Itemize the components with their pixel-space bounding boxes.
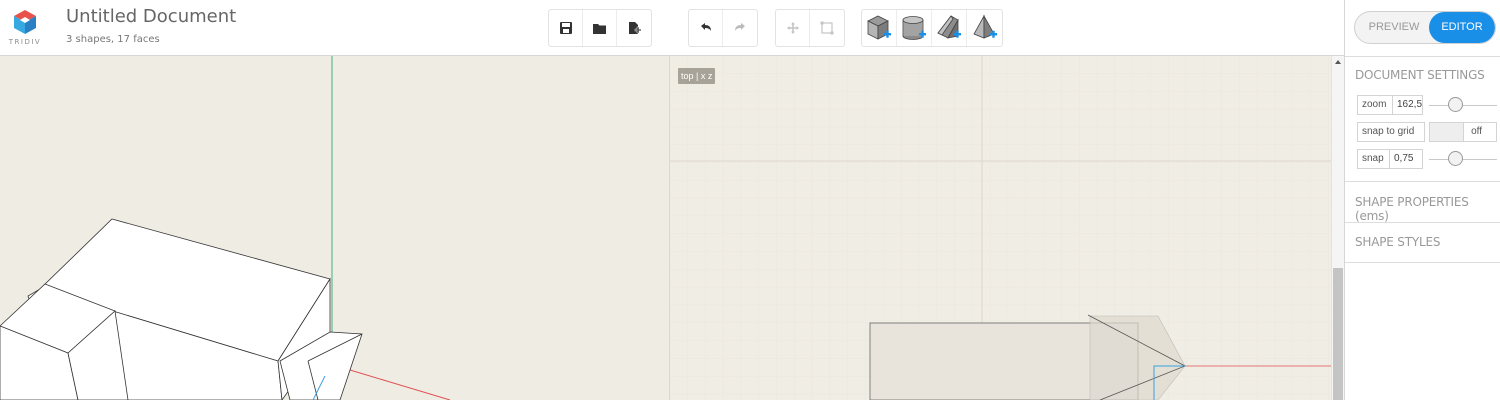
add-cube-icon xyxy=(867,15,891,40)
scrollbar[interactable] xyxy=(1331,56,1344,400)
view-label[interactable]: top | x z xyxy=(678,68,716,84)
add-cylinder-icon xyxy=(902,16,926,40)
logo[interactable]: TRIDIV xyxy=(8,8,42,48)
mode-switch[interactable]: PREVIEW EDITOR xyxy=(1354,11,1496,44)
top-viewport[interactable]: top | x z xyxy=(670,56,1331,400)
transform-toolbar xyxy=(775,9,845,47)
perspective-scene xyxy=(0,56,451,400)
tridiv-logo-icon xyxy=(14,10,36,34)
shape-properties-title[interactable]: SHAPE PROPERTIES (ems) xyxy=(1355,195,1500,223)
move-icon xyxy=(786,22,799,34)
add-prism-icon xyxy=(937,15,961,39)
file-toolbar xyxy=(548,9,652,47)
snap-value[interactable]: 0,75 xyxy=(1389,149,1423,169)
redo-icon xyxy=(735,23,745,31)
preview-tab[interactable]: PREVIEW xyxy=(1355,12,1433,43)
snap-label: snap xyxy=(1357,149,1391,169)
add-cylinder-button[interactable] xyxy=(897,10,932,46)
panel-divider xyxy=(1345,262,1500,263)
x-axis-line xyxy=(349,369,451,400)
snap-to-grid-value: off xyxy=(1471,126,1482,137)
open-folder-icon xyxy=(593,23,606,34)
add-pyramid-icon xyxy=(972,14,997,39)
add-shapes-toolbar xyxy=(861,9,1003,47)
document-settings-title[interactable]: DOCUMENT SETTINGS xyxy=(1355,68,1485,82)
top-view-grid xyxy=(670,56,1331,400)
zoom-label: zoom xyxy=(1357,95,1394,115)
new-document-button[interactable] xyxy=(617,10,651,46)
new-file-icon xyxy=(629,21,641,34)
perspective-viewport[interactable] xyxy=(0,56,669,400)
toggle-knob xyxy=(1430,123,1464,141)
add-cube-button[interactable] xyxy=(862,10,897,46)
add-prism-button[interactable] xyxy=(932,10,967,46)
move-button[interactable] xyxy=(776,10,810,46)
zoom-value[interactable]: 162,5 xyxy=(1392,95,1423,115)
add-pyramid-button[interactable] xyxy=(967,10,1002,46)
undo-icon xyxy=(700,23,711,31)
panel-divider xyxy=(1345,56,1500,57)
tridiv-app: TRIDIV Untitled Document 3 shapes, 17 fa… xyxy=(0,0,1500,400)
snap-slider-knob[interactable] xyxy=(1448,151,1463,166)
panel-divider xyxy=(1345,181,1500,182)
save-button[interactable] xyxy=(549,10,583,46)
shape-styles-title[interactable]: SHAPE STYLES xyxy=(1355,235,1440,249)
zoom-slider-track[interactable] xyxy=(1429,105,1497,106)
scroll-up-arrow-icon[interactable] xyxy=(1335,60,1341,64)
scroll-thumb[interactable] xyxy=(1333,268,1343,400)
open-button[interactable] xyxy=(583,10,617,46)
editor-tab[interactable]: EDITOR xyxy=(1429,12,1495,43)
header-bar: TRIDIV Untitled Document 3 shapes, 17 fa… xyxy=(0,0,1344,56)
redo-button[interactable] xyxy=(723,10,757,46)
zoom-slider-knob[interactable] xyxy=(1448,97,1463,112)
settings-panel: PREVIEW EDITOR DOCUMENT SETTINGS zoom 16… xyxy=(1344,0,1500,400)
document-title[interactable]: Untitled Document xyxy=(66,6,236,27)
logo-text: TRIDIV xyxy=(8,38,42,46)
document-stats: 3 shapes, 17 faces xyxy=(66,34,160,45)
history-toolbar xyxy=(688,9,758,47)
resize-icon xyxy=(820,21,834,35)
snap-to-grid-toggle[interactable]: off xyxy=(1429,122,1497,142)
snap-to-grid-label: snap to grid xyxy=(1357,122,1425,142)
snap-slider-track[interactable] xyxy=(1429,159,1497,160)
panel-divider xyxy=(1345,222,1500,223)
save-icon xyxy=(559,22,572,34)
resize-button[interactable] xyxy=(810,10,844,46)
undo-button[interactable] xyxy=(689,10,723,46)
